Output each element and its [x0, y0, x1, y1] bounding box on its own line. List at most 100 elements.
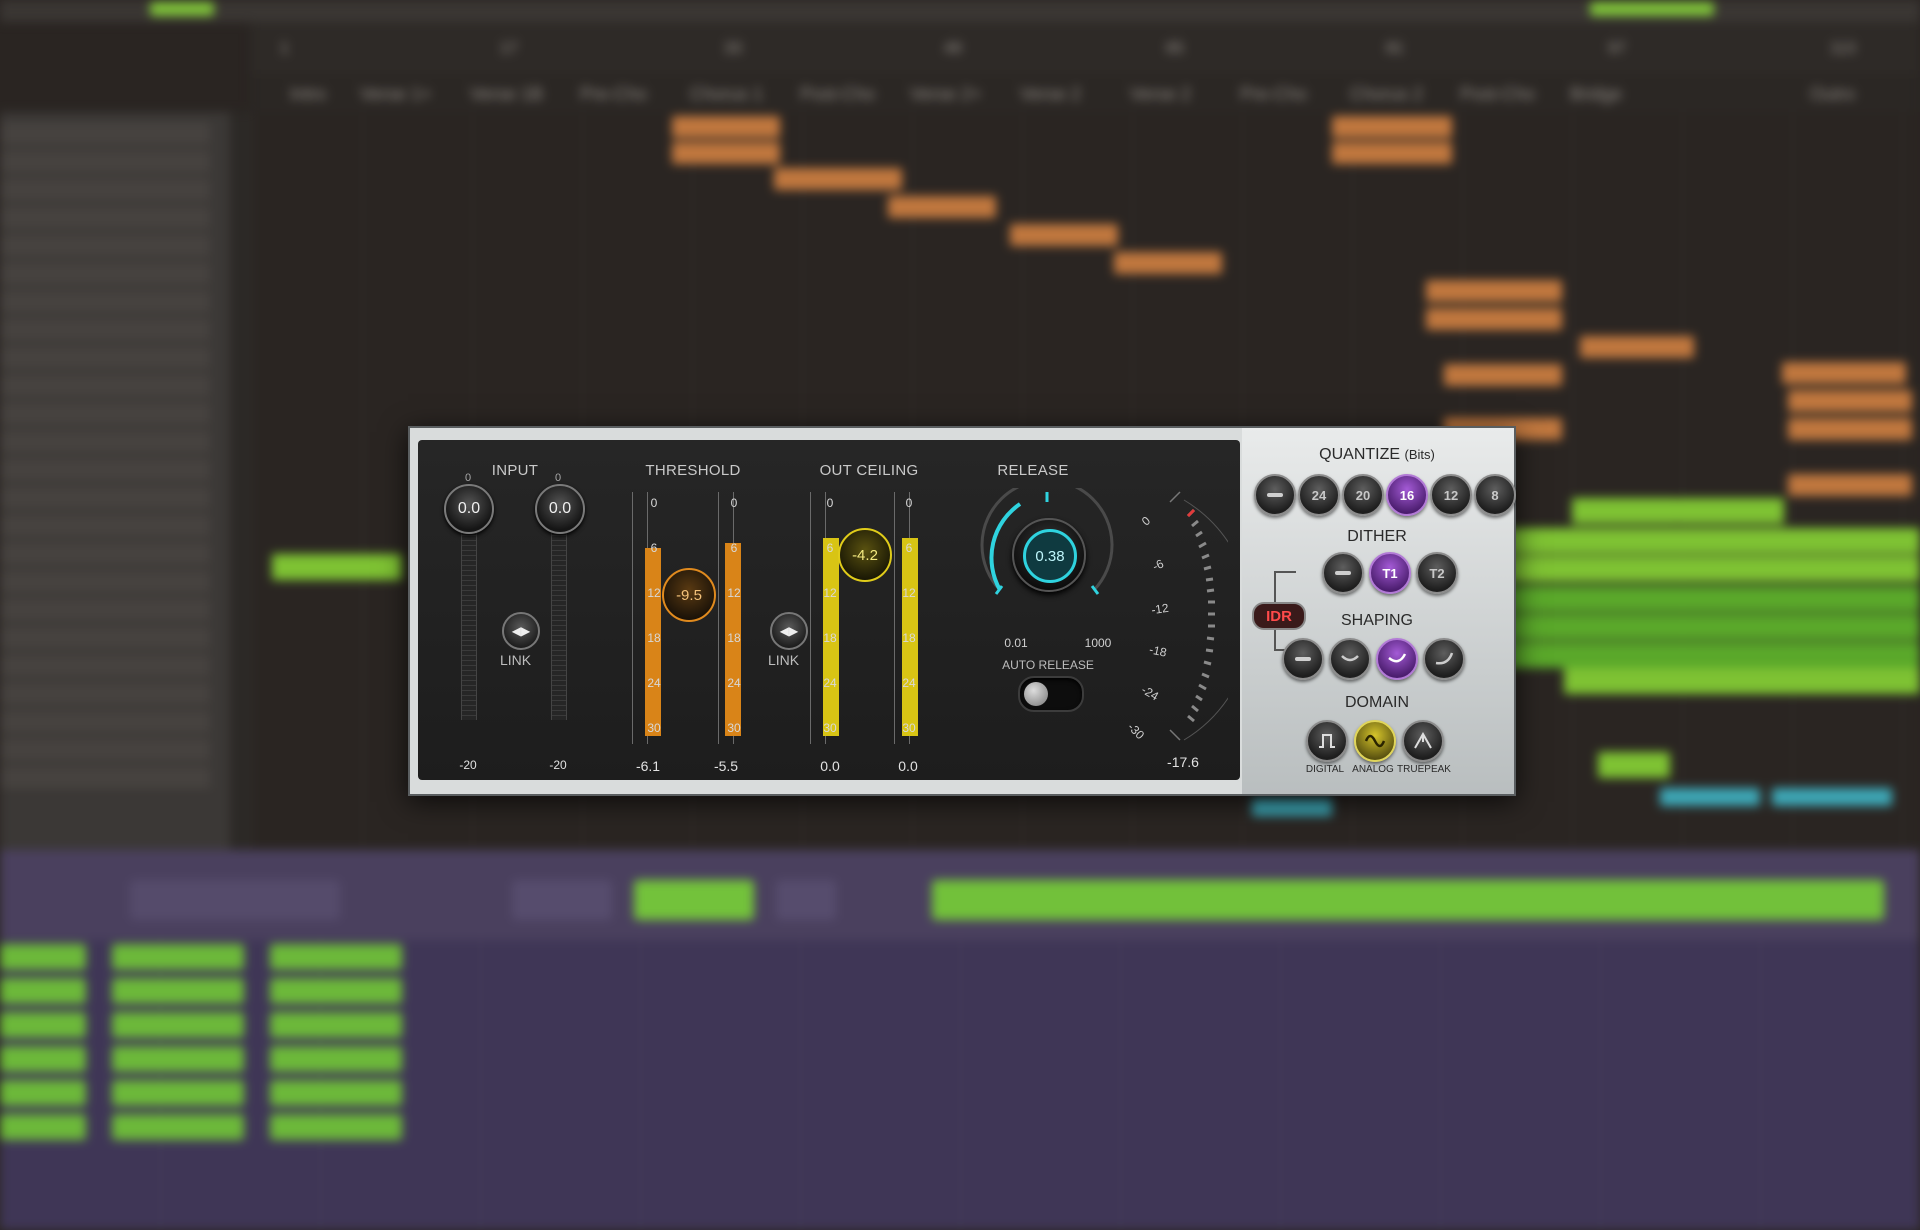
threshold-handle[interactable]: -9.5: [662, 568, 716, 622]
marker[interactable]: Outro: [1810, 84, 1855, 105]
ceiling-scale-tick: 6: [905, 541, 913, 555]
daw-top-bar: [0, 0, 1920, 22]
quantize-20-button[interactable]: 20: [1342, 474, 1384, 516]
ruler-number: 81: [1386, 40, 1404, 57]
marker[interactable]: Verse 2: [1130, 84, 1191, 105]
marker[interactable]: Pre-Cho: [580, 84, 647, 105]
domain-digital-button[interactable]: [1306, 720, 1348, 762]
marker[interactable]: Chorus 2: [1350, 84, 1423, 105]
threshold-scale-tick: 18: [647, 631, 661, 645]
domain-analog-button[interactable]: [1354, 720, 1396, 762]
ruler-number: 17: [500, 40, 518, 57]
quantize-24-button[interactable]: 24: [1298, 474, 1340, 516]
quantize-16-button[interactable]: 16: [1386, 474, 1428, 516]
threshold-scale-tick: 18: [727, 631, 741, 645]
shaping-curve3-button[interactable]: [1423, 638, 1465, 680]
marker[interactable]: Verse 2+: [910, 84, 982, 105]
marker[interactable]: Bridge: [1570, 84, 1622, 105]
ceiling-scale-tick: 30: [823, 721, 837, 735]
marker[interactable]: Intro: [290, 84, 326, 105]
flat-curve-icon: [1341, 655, 1359, 662]
link-arrows-icon: ◀▶: [779, 624, 799, 638]
marker[interactable]: Verse 2: [1020, 84, 1081, 105]
ceiling-scale-tick: 12: [823, 586, 837, 600]
threshold-scale-tick: 30: [727, 721, 741, 735]
threshold-scale-tick: 30: [647, 721, 661, 735]
marker[interactable]: Pre-Cho: [1240, 84, 1307, 105]
domain-truepeak-button[interactable]: [1402, 720, 1444, 762]
dither-t2-button[interactable]: T2: [1416, 552, 1458, 594]
ceiling-scale-tick: 12: [902, 586, 916, 600]
input-left-fader-knob[interactable]: 0.0: [444, 484, 494, 534]
ceiling-right-readout: 0.0: [898, 758, 918, 774]
input-right-bottom-label: -20: [549, 758, 567, 772]
link-arrows-icon: ◀▶: [511, 624, 531, 638]
dither-t1-button[interactable]: T1: [1369, 552, 1411, 594]
ruler-number: 49: [944, 40, 962, 57]
threshold-section-label: THRESHOLD: [645, 462, 741, 479]
quantize-off-button[interactable]: [1254, 474, 1296, 516]
ceiling-scale-tick: 30: [902, 721, 916, 735]
timeline-ruler[interactable]: 1 17 33 49 65 81 97 113: [250, 22, 1920, 74]
steep-curve-icon: [1435, 652, 1454, 665]
release-min-label: 0.01: [1004, 636, 1028, 650]
quantize-label: QUANTIZE (Bits): [1319, 446, 1435, 463]
ceiling-scale-tick: 18: [902, 631, 916, 645]
input-section-label: INPUT: [491, 462, 539, 479]
sine-wave-icon: [1364, 734, 1386, 748]
quantize-8-button[interactable]: 8: [1474, 474, 1516, 516]
threshold-scale-tick: 12: [727, 586, 741, 600]
threshold-left-readout: -6.1: [635, 758, 661, 774]
quantize-12-button[interactable]: 12: [1430, 474, 1472, 516]
ceiling-scale-tick: 24: [902, 676, 916, 690]
domain-truepeak-label: TRUEPEAK: [1397, 764, 1451, 775]
input-right-fader-knob[interactable]: 0.0: [535, 484, 585, 534]
plugin-main-panel: INPUT 0 0 0.0 0.0 ◀▶ LINK -20 -20 THRESH…: [418, 440, 1240, 780]
ruler-number: 113: [1830, 40, 1856, 57]
shaping-off-button[interactable]: [1282, 638, 1324, 680]
ceiling-scale-tick: 0: [826, 496, 834, 510]
idr-badge[interactable]: IDR: [1252, 602, 1306, 630]
input-left-top-label: 0: [464, 472, 472, 484]
out-ceiling-handle[interactable]: -4.2: [838, 528, 892, 582]
threshold-scale-tick: 24: [727, 676, 741, 690]
threshold-scale-tick: 6: [650, 541, 658, 555]
limiter-plugin-window: INPUT 0 0 0.0 0.0 ◀▶ LINK -20 -20 THRESH…: [408, 426, 1516, 796]
dither-off-button[interactable]: [1322, 552, 1364, 594]
dash-icon: [1335, 571, 1351, 575]
shaping-label: SHAPING: [1340, 612, 1413, 629]
domain-label: DOMAIN: [1345, 694, 1409, 711]
dash-icon: [1295, 657, 1311, 661]
input-link-label: LINK: [500, 652, 532, 668]
marker[interactable]: Chorus 1: [690, 84, 763, 105]
ceiling-scale-tick: 24: [823, 676, 837, 690]
marker[interactable]: Post-Cho: [1460, 84, 1535, 105]
input-link-button[interactable]: ◀▶: [502, 612, 540, 650]
gr-readout: -17.6: [1167, 754, 1199, 770]
marker-lane[interactable]: Intro Verse 1+ Verse 1B Pre-Cho Chorus 1…: [250, 74, 1920, 113]
domain-digital-label: DIGITAL: [1305, 764, 1345, 775]
release-value-ring: 0.38: [1023, 529, 1077, 583]
marker[interactable]: Verse 1B: [470, 84, 543, 105]
release-section-label: RELEASE: [997, 462, 1069, 479]
auto-release-toggle[interactable]: [1018, 676, 1084, 712]
threshold-scale-tick: 6: [730, 541, 738, 555]
threshold-link-button[interactable]: ◀▶: [770, 612, 808, 650]
truepeak-icon: [1414, 732, 1432, 749]
threshold-scale-tick: 0: [730, 496, 738, 510]
marker[interactable]: Verse 1+: [360, 84, 432, 105]
ceiling-left-readout: 0.0: [820, 758, 840, 774]
marker[interactable]: Post-Cho: [800, 84, 875, 105]
ruler-number: 1: [280, 40, 289, 57]
threshold-right-readout: -5.5: [713, 758, 739, 774]
shaping-curve1-button[interactable]: [1329, 638, 1371, 680]
toggle-thumb: [1024, 682, 1048, 706]
auto-release-label: AUTO RELEASE: [1002, 658, 1094, 672]
shaping-curve2-button[interactable]: [1376, 638, 1418, 680]
release-knob[interactable]: 0.38: [1012, 518, 1086, 592]
track-list[interactable]: [0, 112, 230, 850]
dither-settings-panel: QUANTIZE (Bits) 24 20 16 12 8 DITHER IDR…: [1242, 428, 1516, 794]
threshold-scale-tick: 24: [647, 676, 661, 690]
threshold-scale-tick: 0: [650, 496, 658, 510]
dash-icon: [1267, 493, 1283, 497]
